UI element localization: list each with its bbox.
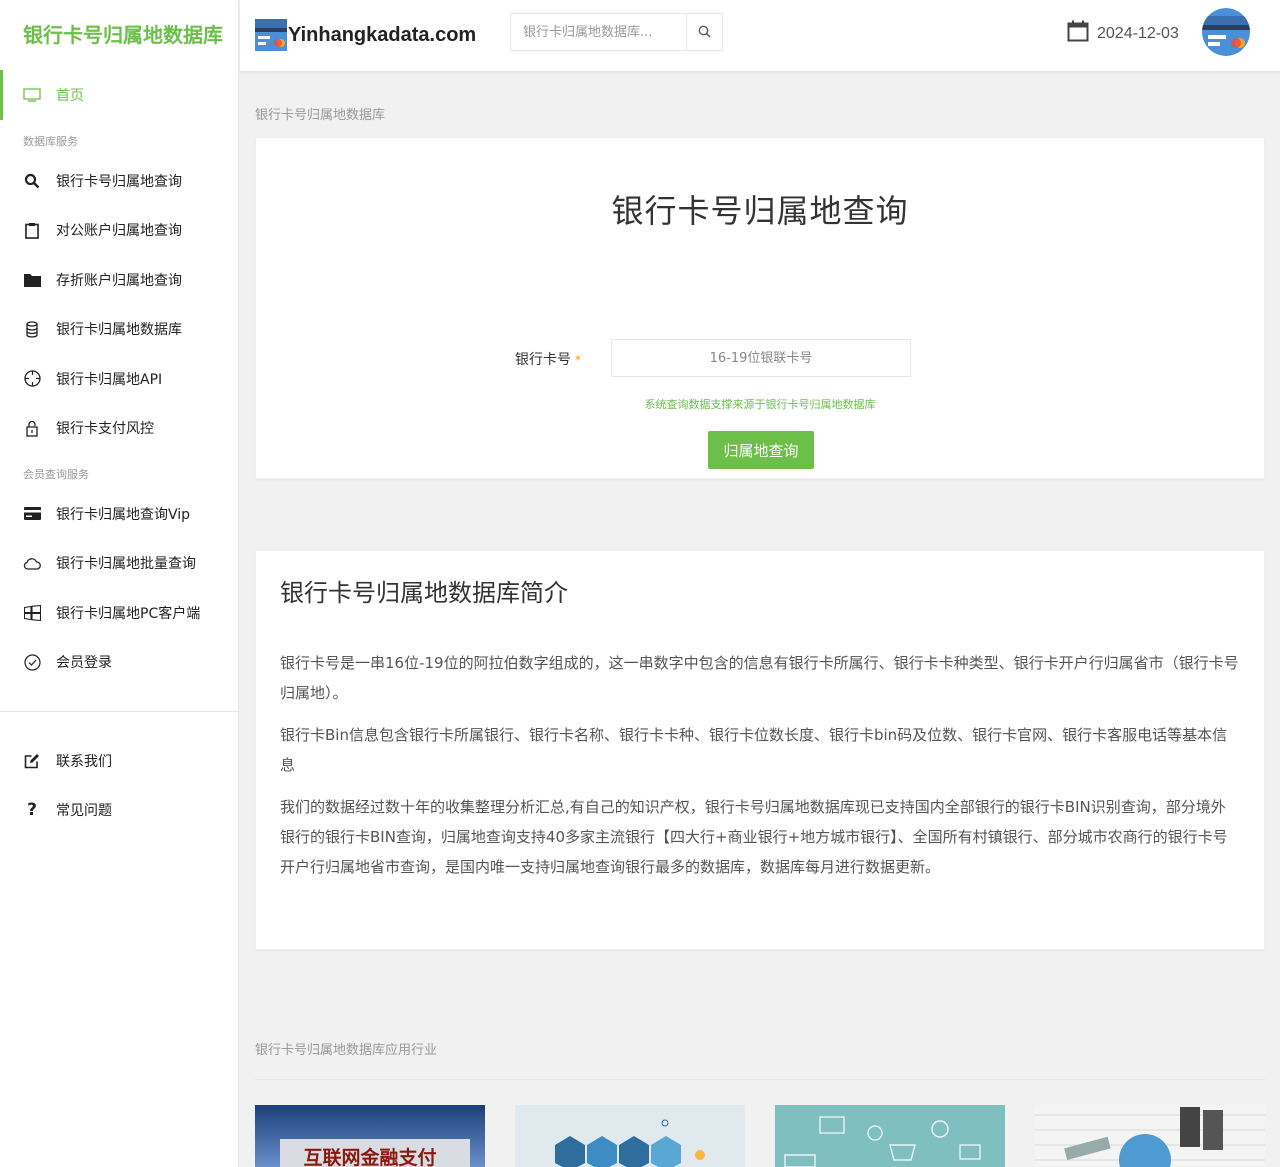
intro-paragraph: 银行卡Bin信息包含银行卡所属银行、银行卡名称、银行卡卡种、银行卡位数长度、银行…	[280, 726, 1228, 774]
apps-section-title: 银行卡号归属地数据库应用行业	[255, 1043, 438, 1058]
required-mark: *	[575, 353, 581, 367]
sidebar-item-label: 银行卡归属地API	[56, 371, 163, 388]
calendar-icon	[1067, 20, 1097, 47]
sidebar-item-corporate-query[interactable]: 对公账户归属地查询	[0, 206, 238, 256]
avatar[interactable]	[1202, 8, 1250, 56]
edit-icon	[23, 752, 41, 770]
sidebar-divider	[0, 711, 238, 712]
sidebar-item-passbook-query[interactable]: 存折账户归属地查询	[0, 255, 238, 305]
sidebar-item-label: 银行卡支付风控	[56, 421, 154, 438]
sidebar: 银行卡号归属地数据库 首页 数据库服务 银行卡号归属地查询 对公账户归属地查询 …	[0, 0, 239, 1167]
app-image-caption: 互联网金融支付	[303, 1147, 437, 1167]
date-display: 2024-12-03	[1067, 20, 1179, 47]
query-card: 银行卡号归属地查询 银行卡号 * 系统查询数据支撑来源于银行卡号归属地数据库 归属…	[255, 137, 1265, 479]
app-image-technology[interactable]	[515, 1105, 745, 1167]
breadcrumb: 银行卡号归属地数据库	[255, 108, 386, 123]
search-icon	[23, 172, 41, 190]
sidebar-item-card-query[interactable]: 银行卡号归属地查询	[0, 156, 238, 206]
sidebar-item-label: 存折账户归属地查询	[56, 272, 182, 289]
sidebar-item-api[interactable]: 银行卡归属地API	[0, 354, 238, 404]
search-button[interactable]	[686, 14, 722, 50]
sidebar-item-contact[interactable]: 联系我们	[0, 736, 238, 786]
sidebar-item-label: 银行卡归属地批量查询	[56, 556, 196, 573]
card-number-label: 银行卡号 *	[515, 349, 581, 369]
brand[interactable]: Yinhangkadata.com	[255, 19, 476, 51]
top-header: Yinhangkadata.com 2024-12-03	[240, 0, 1280, 72]
intro-title: 银行卡号归属地数据库简介	[280, 579, 568, 607]
check-circle-icon	[23, 653, 41, 671]
search-input[interactable]	[511, 14, 686, 50]
lock-icon	[23, 419, 41, 437]
intro-paragraph: 银行卡号是一串16位-19位的阿拉伯数字组成的，这一串数字中包含的信息有银行卡所…	[280, 654, 1239, 702]
sidebar-item-label: 银行卡号归属地查询	[56, 173, 182, 190]
sidebar-item-pc-client[interactable]: 银行卡归属地PC客户端	[0, 588, 238, 638]
cloud-icon	[23, 554, 41, 572]
question-icon: ?	[27, 800, 37, 821]
search-icon	[698, 23, 711, 42]
monitor-icon	[23, 86, 41, 104]
card-number-label-text: 银行卡号	[515, 352, 571, 368]
apps-gallery: 互联网金融支付	[255, 1105, 1265, 1167]
sidebar-group-title: 数据库服务	[23, 135, 78, 148]
sidebar-item-login[interactable]: 会员登录	[0, 638, 238, 688]
intro-card: 银行卡号归属地数据库简介 银行卡号是一串16位-19位的阿拉伯数字组成的，这一串…	[255, 550, 1265, 950]
folder-icon	[23, 271, 41, 289]
query-hint: 系统查询数据支撑来源于银行卡号归属地数据库	[644, 398, 876, 411]
app-image-data-center[interactable]	[1035, 1105, 1265, 1167]
bank-card-logo-icon	[255, 19, 287, 51]
database-icon	[23, 320, 41, 338]
sidebar-item-home[interactable]: 首页	[0, 70, 238, 120]
query-button[interactable]: 归属地查询	[708, 431, 814, 469]
sidebar-item-label: 银行卡归属地查询Vip	[56, 506, 191, 523]
sidebar-item-label: 联系我们	[56, 753, 112, 770]
sidebar-item-label: 首页	[56, 88, 84, 104]
brand-name: Yinhangkadata.com	[288, 23, 477, 46]
sidebar-item-risk-control[interactable]: 银行卡支付风控	[0, 404, 238, 454]
search-box	[510, 13, 723, 51]
sidebar-item-label: 银行卡归属地PC客户端	[56, 605, 201, 622]
sidebar-item-database[interactable]: 银行卡归属地数据库	[0, 305, 238, 355]
sidebar-item-label: 银行卡归属地数据库	[56, 322, 182, 339]
query-title: 银行卡号归属地查询	[611, 192, 909, 230]
sidebar-group-title: 会员查询服务	[23, 468, 89, 481]
sidebar-item-batch[interactable]: 银行卡归属地批量查询	[0, 539, 238, 589]
sidebar-item-label: 对公账户归属地查询	[56, 223, 182, 240]
app-image-internet-finance[interactable]: 互联网金融支付	[255, 1105, 485, 1167]
sidebar-item-label: 常见问题	[56, 803, 112, 820]
app-image-ecommerce[interactable]	[775, 1105, 1005, 1167]
clipboard-icon	[23, 221, 41, 239]
sidebar-item-faq[interactable]: ? 常见问题	[0, 786, 238, 836]
main-content: 银行卡号归属地数据库 银行卡号归属地查询 银行卡号 * 系统查询数据支撑来源于银行…	[255, 72, 1265, 1167]
sidebar-item-vip[interactable]: 银行卡归属地查询Vip	[0, 489, 238, 539]
sidebar-item-label: 会员登录	[56, 655, 112, 672]
card-number-input[interactable]	[611, 339, 911, 377]
date-text: 2024-12-03	[1097, 24, 1179, 42]
site-logo[interactable]: 银行卡号归属地数据库	[0, 0, 238, 70]
credit-card-icon	[23, 505, 41, 523]
windows-icon	[23, 604, 41, 622]
circle-dashed-icon	[23, 370, 41, 388]
apps-divider	[255, 1079, 1265, 1080]
intro-paragraph: 我们的数据经过数十年的收集整理分析汇总,有自己的知识产权，银行卡号归属地数据库现…	[280, 798, 1228, 876]
